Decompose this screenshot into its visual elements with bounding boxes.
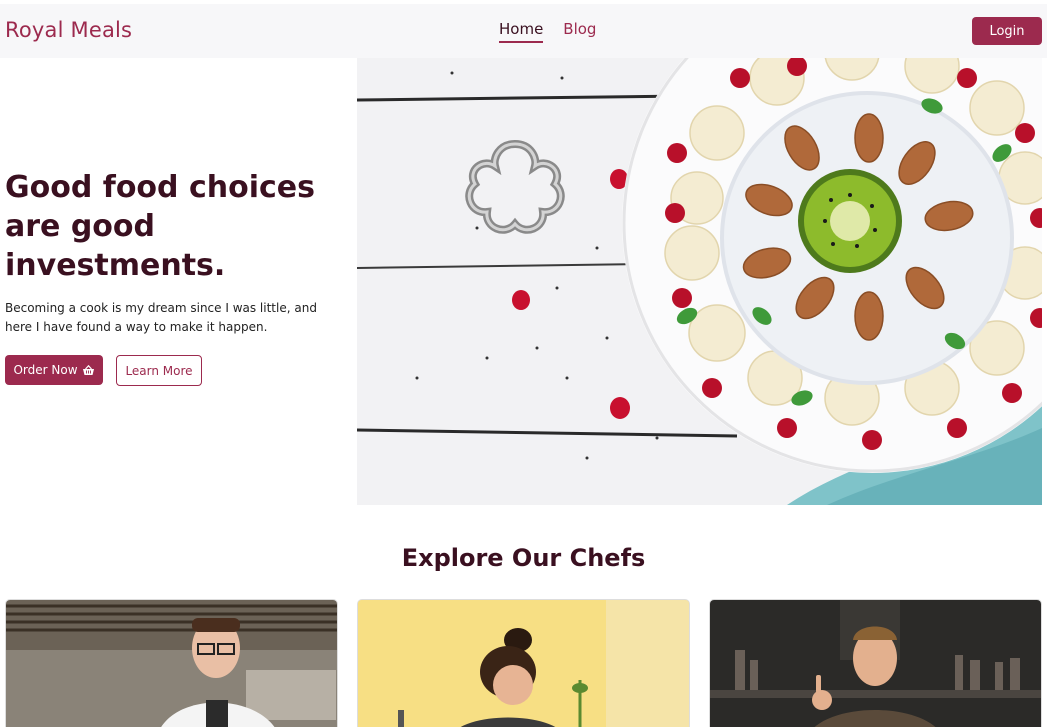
nav-link-blog[interactable]: Blog	[563, 20, 596, 43]
login-button[interactable]: Login	[972, 17, 1042, 45]
chia-pudding-bowl-illustration	[357, 58, 1042, 505]
nav-links: Home Blog	[499, 20, 596, 43]
learn-more-button[interactable]: Learn More	[116, 355, 202, 386]
hero-buttons: Order Now Learn More	[5, 355, 345, 386]
order-now-label: Order Now	[13, 363, 78, 377]
chef-card[interactable]	[357, 599, 690, 727]
nav-link-home[interactable]: Home	[499, 20, 544, 43]
chef-woman-yellow-kitchen-photo	[358, 600, 689, 727]
hero-title: Good food choices are good investments.	[5, 170, 315, 283]
hero-section: Good food choices are good investments. …	[5, 168, 345, 386]
chef-card[interactable]	[5, 599, 338, 727]
chef-ok-gesture-photo	[710, 600, 1041, 727]
shopping-basket-icon	[82, 364, 94, 375]
hero-image	[357, 58, 1042, 505]
hero-description: Becoming a cook is my dream since I was …	[5, 301, 317, 334]
navbar: Royal Meals Home Blog Login	[0, 4, 1047, 58]
brand-logo[interactable]: Royal Meals	[5, 18, 132, 42]
order-now-button[interactable]: Order Now	[5, 355, 103, 385]
chef-card[interactable]	[709, 599, 1042, 727]
chef-glasses-kitchen-photo	[6, 600, 337, 727]
section-title-chefs: Explore Our Chefs	[401, 544, 646, 572]
